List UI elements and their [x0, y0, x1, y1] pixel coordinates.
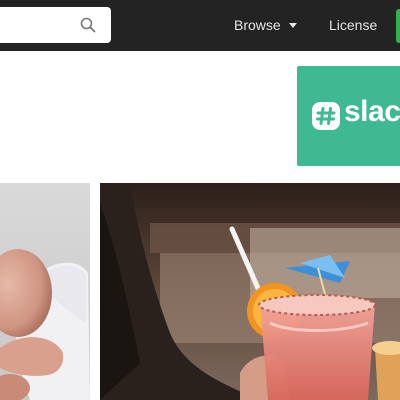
license-label: License [329, 17, 378, 33]
slack-advertisement[interactable]: slack [297, 66, 400, 166]
browse-menu[interactable]: Browse [234, 16, 297, 34]
photo-tile-baby[interactable] [0, 183, 90, 400]
photo-tile-cocktail[interactable] [100, 183, 400, 400]
top-navigation-bar: Browse License [0, 0, 400, 51]
search-input[interactable] [0, 7, 74, 43]
primary-action-button[interactable] [396, 9, 400, 43]
license-link[interactable]: License [329, 16, 377, 34]
browse-label: Browse [234, 17, 281, 33]
chevron-down-icon [288, 22, 297, 28]
search-box[interactable] [0, 7, 111, 43]
ad-brand-name: slack [344, 95, 400, 128]
slack-logo-icon [312, 102, 340, 130]
cocktail-photo-image [100, 183, 400, 400]
search-icon[interactable] [80, 17, 96, 33]
baby-photo-image [0, 183, 90, 400]
